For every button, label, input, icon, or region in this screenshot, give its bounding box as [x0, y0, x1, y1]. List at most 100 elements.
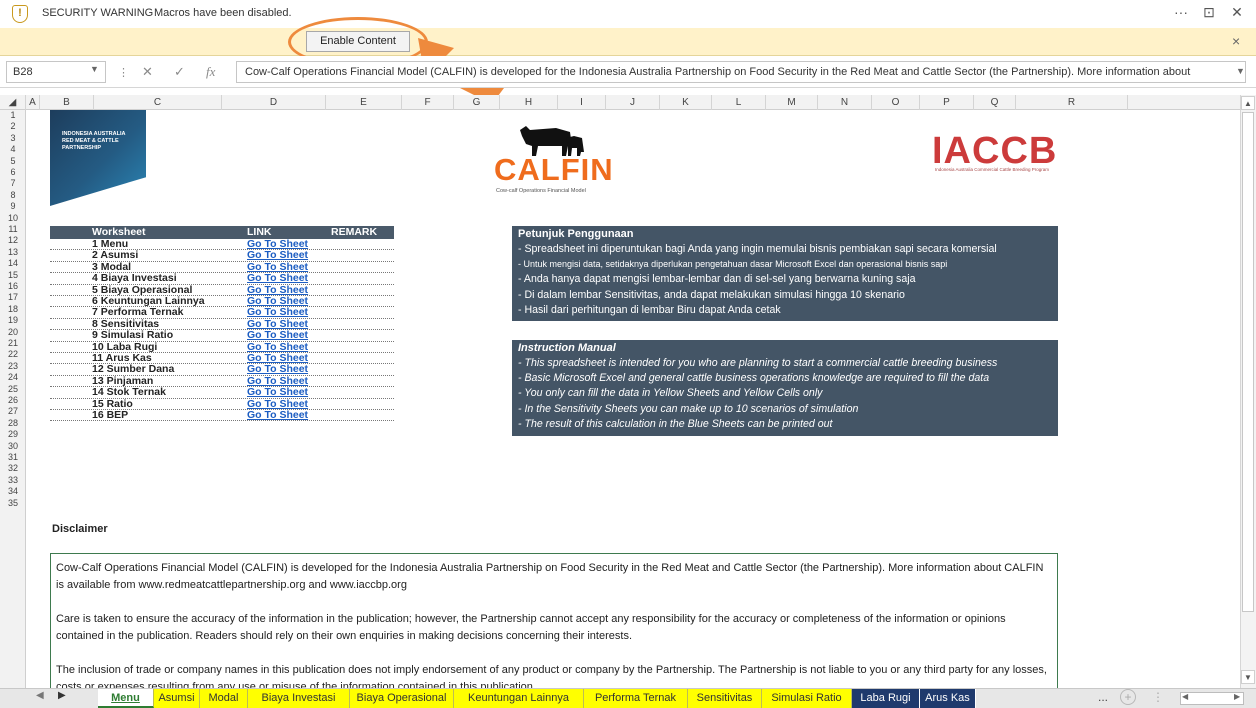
- sheet-tab[interactable]: Laba Rugi: [852, 689, 920, 708]
- go-to-sheet-link[interactable]: Go To Sheet: [247, 386, 308, 398]
- go-to-sheet-link[interactable]: Go To Sheet: [247, 409, 308, 421]
- row-header[interactable]: 2: [0, 121, 26, 132]
- shield-warning-icon: !: [12, 5, 28, 23]
- column-header[interactable]: Q: [974, 95, 1016, 110]
- vertical-scroll-thumb[interactable]: [1242, 112, 1254, 612]
- column-header[interactable]: C: [94, 95, 222, 110]
- row-header[interactable]: 27: [0, 406, 26, 417]
- sheet-tab[interactable]: Performa Ternak: [584, 689, 688, 708]
- sheet-tab[interactable]: Simulasi Ratio: [762, 689, 852, 708]
- row-header[interactable]: 9: [0, 201, 26, 212]
- go-to-sheet-link[interactable]: Go To Sheet: [247, 329, 308, 341]
- sheet-tab[interactable]: Sensitivitas: [688, 689, 762, 708]
- close-warning-icon[interactable]: ×: [1232, 33, 1240, 49]
- row-header[interactable]: 25: [0, 384, 26, 395]
- go-to-sheet-link[interactable]: Go To Sheet: [247, 272, 308, 284]
- add-sheet-icon[interactable]: +: [1120, 689, 1136, 705]
- row-header[interactable]: 4: [0, 144, 26, 155]
- row-header[interactable]: 26: [0, 395, 26, 406]
- row-header[interactable]: 23: [0, 361, 26, 372]
- row-header[interactable]: 11: [0, 224, 26, 235]
- row-header[interactable]: 8: [0, 190, 26, 201]
- row-header[interactable]: 30: [0, 441, 26, 452]
- formula-input[interactable]: Cow-Calf Operations Financial Model (CAL…: [236, 61, 1246, 83]
- row-header[interactable]: 12: [0, 235, 26, 246]
- row-header[interactable]: 7: [0, 178, 26, 189]
- column-header[interactable]: H: [500, 95, 558, 110]
- sheet-tab[interactable]: Arus Kas: [920, 689, 976, 708]
- scroll-down-icon[interactable]: ▼: [1241, 670, 1255, 684]
- column-header[interactable]: A: [26, 95, 40, 110]
- formula-bar-grip-icon: ⋮: [118, 67, 129, 79]
- petunjuk-line: - Di dalam lembar Sensitivitas, anda dap…: [518, 288, 905, 301]
- sheet-tab[interactable]: Modal: [200, 689, 248, 708]
- previous-sheet-icon[interactable]: ◀: [36, 690, 44, 701]
- calfin-tagline: Cow-calf Operations Financial Model: [496, 188, 586, 194]
- sheet-tab[interactable]: Menu: [98, 689, 154, 708]
- column-header[interactable]: E: [326, 95, 402, 110]
- row-header[interactable]: 10: [0, 213, 26, 224]
- row-header[interactable]: 18: [0, 304, 26, 315]
- row-header[interactable]: 6: [0, 167, 26, 178]
- column-header[interactable]: F: [402, 95, 454, 110]
- row-header[interactable]: 32: [0, 463, 26, 474]
- close-window-icon[interactable]: ✕: [1226, 4, 1248, 21]
- row-header[interactable]: 35: [0, 498, 26, 509]
- row-header[interactable]: 29: [0, 429, 26, 440]
- row-header[interactable]: 5: [0, 156, 26, 167]
- row-header[interactable]: 20: [0, 327, 26, 338]
- expand-formula-icon[interactable]: ▼: [1236, 66, 1245, 76]
- tab-splitter-icon[interactable]: ⋮: [1152, 690, 1164, 704]
- name-box-dropdown-icon[interactable]: ▼: [90, 64, 99, 74]
- row-header[interactable]: 22: [0, 349, 26, 360]
- row-header[interactable]: 28: [0, 418, 26, 429]
- column-header[interactable]: D: [222, 95, 326, 110]
- row-header[interactable]: 15: [0, 270, 26, 281]
- sheet-tab[interactable]: Biaya Operasional: [350, 689, 454, 708]
- column-header[interactable]: I: [558, 95, 606, 110]
- instruction-line: - In the Sensitivity Sheets you can make…: [518, 402, 859, 415]
- scroll-up-icon[interactable]: ▲: [1241, 96, 1255, 110]
- row-header[interactable]: 1: [0, 110, 26, 121]
- select-all-corner[interactable]: ◢: [0, 95, 26, 110]
- row-header[interactable]: 19: [0, 315, 26, 326]
- sheet-tab[interactable]: Biaya Investasi: [248, 689, 350, 708]
- cancel-edit-icon[interactable]: ✕: [142, 64, 153, 80]
- column-header[interactable]: R: [1016, 95, 1128, 110]
- row-header[interactable]: 13: [0, 247, 26, 258]
- scroll-right-icon[interactable]: ▶: [1234, 692, 1240, 701]
- column-header[interactable]: N: [818, 95, 872, 110]
- row-header[interactable]: 16: [0, 281, 26, 292]
- scroll-left-icon[interactable]: ◀: [1182, 692, 1188, 701]
- disclaimer-box: Cow-Calf Operations Financial Model (CAL…: [50, 553, 1058, 693]
- row-header[interactable]: 34: [0, 486, 26, 497]
- column-header[interactable]: P: [920, 95, 974, 110]
- column-header[interactable]: J: [606, 95, 660, 110]
- more-options-icon[interactable]: ···: [1170, 4, 1192, 20]
- row-header[interactable]: 3: [0, 133, 26, 144]
- column-header[interactable]: M: [766, 95, 818, 110]
- sheet-tab[interactable]: Asumsi: [154, 689, 200, 708]
- restore-window-icon[interactable]: ⊡: [1198, 4, 1220, 21]
- next-sheet-icon[interactable]: ▶: [58, 690, 66, 701]
- column-header[interactable]: B: [40, 95, 94, 110]
- worksheet-name: 4 Biaya Investasi: [92, 272, 177, 285]
- row-header[interactable]: 31: [0, 452, 26, 463]
- row-header[interactable]: 17: [0, 292, 26, 303]
- column-header[interactable]: G: [454, 95, 500, 110]
- insert-function-icon[interactable]: fx: [206, 64, 215, 80]
- petunjuk-line: - Untuk mengisi data, setidaknya diperlu…: [518, 259, 948, 270]
- row-header[interactable]: 21: [0, 338, 26, 349]
- confirm-edit-icon[interactable]: ✓: [174, 64, 185, 80]
- sheet-tab[interactable]: Keuntungan Lainnya: [454, 689, 584, 708]
- table-row: 4 Biaya Investasi Go To Sheet: [50, 272, 394, 285]
- column-header[interactable]: O: [872, 95, 920, 110]
- row-header[interactable]: 24: [0, 372, 26, 383]
- row-header[interactable]: 14: [0, 258, 26, 269]
- table-row: 14 Stok Ternak Go To Sheet: [50, 386, 394, 399]
- column-header[interactable]: L: [712, 95, 766, 110]
- row-header-column: 1 2 3 4 5 6 7 8 9 10 11 12 13 14 15 16 17 18 19 20 21 22 23 24 2…: [0, 110, 26, 688]
- column-header[interactable]: K: [660, 95, 712, 110]
- more-sheets-icon[interactable]: ...: [1098, 690, 1108, 704]
- row-header[interactable]: 33: [0, 475, 26, 486]
